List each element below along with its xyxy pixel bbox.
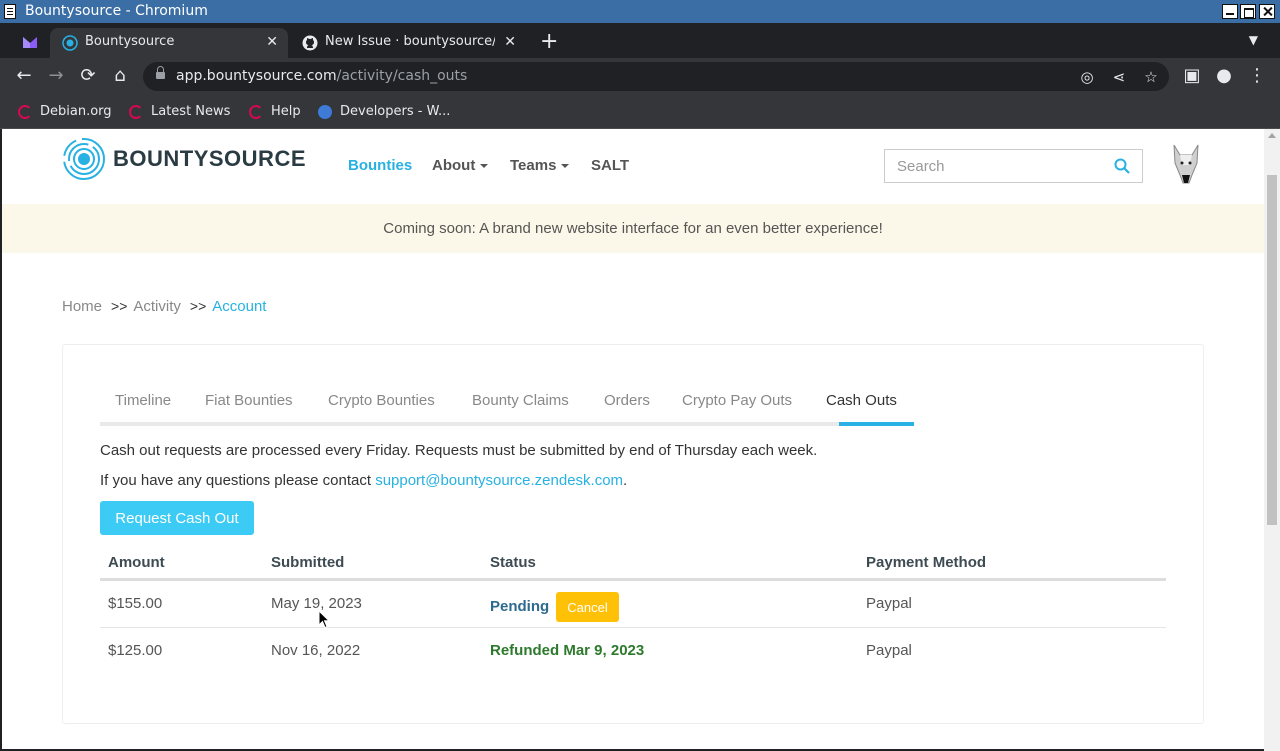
tab-label: Bountysource xyxy=(85,34,175,49)
logo-text: BOUNTYSOURCE xyxy=(113,146,307,171)
bookmarks-bar: Debian.org Latest News Help Developers -… xyxy=(0,95,1280,129)
breadcrumb-separator: >> xyxy=(111,298,128,314)
close-window-button[interactable] xyxy=(1259,4,1275,19)
tab-pinned-mail[interactable] xyxy=(12,28,48,58)
user-avatar[interactable] xyxy=(1170,141,1202,189)
page-scrollbar[interactable] xyxy=(1264,129,1280,751)
home-icon[interactable]: ⌂ xyxy=(108,64,132,88)
new-tab-button[interactable]: + xyxy=(540,28,558,56)
nav-salt[interactable]: SALT xyxy=(591,157,629,174)
forward-arrow-icon[interactable]: → xyxy=(44,64,68,88)
tab-bountysource[interactable]: Bountysource ✕ xyxy=(50,28,288,58)
tab-bounty-claims[interactable]: Bounty Claims xyxy=(472,392,569,409)
profile-icon[interactable]: ● xyxy=(1212,64,1236,88)
breadcrumb-account[interactable]: Account xyxy=(212,298,266,315)
cash-out-schedule-text: Cash out requests are processed every Fr… xyxy=(100,442,818,459)
cell-submitted: May 19, 2023 xyxy=(271,595,362,612)
mouse-cursor-icon xyxy=(318,610,330,629)
share-icon[interactable]: ⋖ xyxy=(1109,67,1129,87)
bookmark-star-icon[interactable]: ☆ xyxy=(1141,67,1161,87)
back-arrow-icon[interactable]: ← xyxy=(12,64,36,88)
tabs-baseline xyxy=(100,422,914,426)
reload-icon[interactable]: ⟳ xyxy=(76,64,100,88)
tab-crypto-pay-outs[interactable]: Crypto Pay Outs xyxy=(682,392,792,409)
caret-down-icon xyxy=(480,164,489,169)
github-icon xyxy=(302,35,318,51)
column-header-amount: Amount xyxy=(108,554,165,571)
cell-submitted: Nov 16, 2022 xyxy=(271,642,361,659)
kebab-menu-icon[interactable]: ⋮ xyxy=(1245,64,1269,88)
table-header: Amount Submitted Status Payment Method xyxy=(100,545,1166,581)
breadcrumb: Home >> Activity >> Account xyxy=(62,298,266,315)
side-panel-icon[interactable]: ▣ xyxy=(1180,64,1204,88)
browser-toolbar: ← → ⟳ ⌂ app.bountysource.com/activity/ca… xyxy=(0,58,1280,95)
cell-payment-method: Paypal xyxy=(866,642,912,659)
search-icon[interactable] xyxy=(1114,158,1130,174)
debian-swirl-icon xyxy=(129,105,143,119)
bountysource-logo-icon xyxy=(63,138,105,180)
breadcrumb-separator: >> xyxy=(189,298,207,314)
debian-swirl-icon xyxy=(18,105,32,119)
announcement-banner: Coming soon: A brand new website interfa… xyxy=(2,204,1264,253)
developers-globe-icon xyxy=(318,105,332,119)
lock-icon[interactable] xyxy=(156,66,165,81)
nav-teams[interactable]: Teams xyxy=(510,157,570,174)
tab-strip: Bountysource ✕ New Issue · bountysource/… xyxy=(0,23,1280,58)
close-tab-icon[interactable]: ✕ xyxy=(266,28,278,56)
nav-about[interactable]: About xyxy=(432,157,489,174)
url-text[interactable]: app.bountysource.com/activity/cash_outs xyxy=(176,62,467,91)
page-viewport: BOUNTYSOURCE Bounties About Teams SALT C… xyxy=(2,129,1264,749)
tab-orders[interactable]: Orders xyxy=(604,392,650,409)
window-title: Bountysource - Chromium xyxy=(25,3,208,19)
window-menu-icon[interactable] xyxy=(4,4,16,19)
window-title-bar: Bountysource - Chromium xyxy=(0,0,1280,23)
active-tab-indicator xyxy=(839,422,914,426)
tab-fiat-bounties[interactable]: Fiat Bounties xyxy=(205,392,293,409)
maximize-button[interactable] xyxy=(1240,4,1256,19)
eye-off-icon[interactable]: ◎ xyxy=(1077,67,1097,87)
nav-bounties[interactable]: Bounties xyxy=(348,157,412,174)
status-badge: Refunded Mar 9, 2023 xyxy=(490,642,645,659)
tab-search-chevron-icon[interactable]: ▼ xyxy=(1249,33,1258,47)
tab-cash-outs[interactable]: Cash Outs xyxy=(826,392,897,409)
request-cash-out-button[interactable]: Request Cash Out xyxy=(100,501,254,535)
cell-payment-method: Paypal xyxy=(866,595,912,612)
search-input[interactable] xyxy=(885,150,1105,182)
minimize-button[interactable] xyxy=(1222,4,1238,19)
tab-timeline[interactable]: Timeline xyxy=(115,392,171,409)
site-search xyxy=(884,149,1143,183)
column-header-submitted: Submitted xyxy=(271,554,345,571)
status-badge: Pending xyxy=(490,598,550,615)
breadcrumb-activity[interactable]: Activity xyxy=(133,298,181,315)
cell-amount: $155.00 xyxy=(108,595,163,612)
proton-mail-icon xyxy=(23,37,37,48)
cell-amount: $125.00 xyxy=(108,642,163,659)
column-header-payment-method: Payment Method xyxy=(866,554,987,571)
tab-github-new-issue[interactable]: New Issue · bountysource/c ✕ xyxy=(290,28,526,58)
activity-card: Timeline Fiat Bounties Crypto Bounties B… xyxy=(62,344,1204,724)
support-email-link[interactable]: support@bountysource.zendesk.com xyxy=(375,472,623,489)
bountysource-favicon-icon xyxy=(62,35,78,51)
tab-label: New Issue · bountysource/c xyxy=(325,34,495,49)
caret-down-icon xyxy=(561,164,570,169)
debian-swirl-icon xyxy=(249,105,263,119)
breadcrumb-home[interactable]: Home xyxy=(62,298,102,315)
site-header: BOUNTYSOURCE Bounties About Teams SALT xyxy=(2,129,1264,203)
tab-crypto-bounties[interactable]: Crypto Bounties xyxy=(328,392,435,409)
support-contact-text: If you have any questions please contact… xyxy=(100,472,628,489)
scroll-up-arrow-icon[interactable] xyxy=(1268,133,1276,138)
address-bar[interactable]: app.bountysource.com/activity/cash_outs … xyxy=(143,62,1169,91)
table-row: $125.00 Nov 16, 2022 Refunded Mar 9, 202… xyxy=(100,628,1166,675)
cancel-button[interactable]: Cancel xyxy=(556,592,619,622)
table-row: $155.00 May 19, 2023 Pending Cancel Payp… xyxy=(100,581,1166,628)
activity-tabs: Timeline Fiat Bounties Crypto Bounties B… xyxy=(100,385,1166,426)
scrollbar-thumb[interactable] xyxy=(1267,175,1277,525)
bountysource-logo[interactable]: BOUNTYSOURCE xyxy=(62,137,306,183)
column-header-status: Status xyxy=(490,554,536,571)
close-tab-icon[interactable]: ✕ xyxy=(504,28,516,56)
